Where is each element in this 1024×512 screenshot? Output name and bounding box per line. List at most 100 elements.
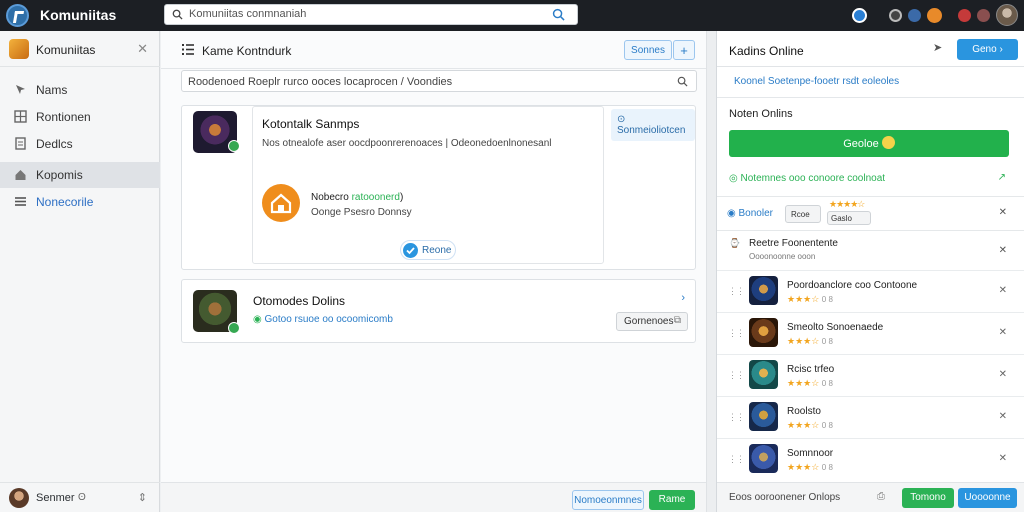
check-circle-icon: ◎ — [729, 173, 741, 184]
alert-icon[interactable] — [958, 8, 971, 22]
card-description: Nos otnealofe aser oocdpoonrerenoaces | … — [262, 138, 552, 149]
geno-button[interactable]: Geno › — [957, 39, 1018, 60]
game-thumbnail — [749, 276, 778, 305]
right-header: Kadins Online ➤ Geno › — [717, 31, 1024, 67]
close-icon[interactable]: ✕ — [999, 207, 1007, 218]
stars-value: ★★★☆ — [787, 294, 820, 304]
reone-chip[interactable]: Reone — [400, 240, 456, 260]
promo-title-link[interactable]: ratooonerd — [352, 192, 400, 203]
app-logo-icon[interactable] — [6, 4, 29, 27]
rating-stars: ★★★☆ 0 8 — [787, 462, 833, 473]
arrow-icon[interactable]: ↗ — [998, 172, 1006, 183]
close-icon[interactable]: ✕ — [137, 41, 148, 57]
pointer-icon — [16, 85, 25, 94]
user-name: Senmer — [36, 492, 75, 504]
section-title: Noten Onlins — [729, 108, 793, 120]
secondary-action-button[interactable]: Nomoeonmnes — [572, 490, 644, 510]
sidebar-item-rontionen[interactable]: Rontionen — [0, 104, 160, 130]
external-icon: ⧉ — [673, 315, 681, 326]
global-search-input[interactable]: Komuniitas conmnaniah — [164, 4, 578, 25]
sidebar-item-dedlcs[interactable]: Dedlcs — [0, 131, 160, 157]
main-footer: Nomoeonmnes Rame — [161, 482, 706, 512]
game-thumbnail — [749, 402, 778, 431]
item-name: Poordoanclore coo Contoone — [787, 280, 918, 291]
sidebar-item-nonecorile[interactable]: Nonecorile — [0, 189, 160, 215]
uoooonne-button[interactable]: Uoooonne — [958, 488, 1017, 508]
sidebar-item-label: Rontionen — [36, 110, 91, 124]
stars-value: ★★★☆ — [787, 378, 820, 388]
button-label: Geoloe — [843, 138, 879, 150]
panel-divider[interactable] — [706, 31, 716, 512]
chip-label: Reone — [422, 245, 452, 256]
sidebar-item-label: Nonecorile — [36, 195, 94, 209]
close-icon[interactable]: ✕ — [999, 411, 1007, 422]
close-icon[interactable]: ✕ — [999, 327, 1007, 338]
main-search-input[interactable]: Roodenoed Roeplr rurco ooces locaprocen … — [181, 70, 697, 92]
filter-chip[interactable]: ◉ Bonoler — [727, 208, 773, 219]
list-icon — [182, 44, 194, 55]
top-bar: Komuniitas Komuniitas conmnaniah — [0, 0, 1024, 31]
filter-button-secondary[interactable]: Gaslo — [827, 211, 871, 225]
sidebar-item-kopomis[interactable]: Kopomis — [0, 162, 160, 188]
right-panel: Kadins Online ➤ Geno › Koonel Soetenpe-f… — [716, 31, 1024, 512]
main-search-text: Roodenoed Roeplr rurco ooces locaprocen … — [188, 76, 453, 88]
close-icon[interactable]: ✕ — [999, 245, 1007, 256]
badge-label: Sonmeioliotcen — [617, 125, 686, 136]
item-name: Somnnoor — [787, 448, 834, 459]
list-item[interactable]: ⋮⋮ Smeolto Sonoenaede ★★★☆ 0 8 ✕ — [717, 312, 1024, 354]
sidebar-header: Komuniitas ✕ — [0, 31, 160, 67]
promo-title: Nobecro ratooonerd) — [311, 192, 403, 203]
gornenoes-button[interactable]: Gornenoes ⧉ — [616, 312, 688, 331]
chat-icon[interactable] — [908, 8, 921, 22]
sonnes-button[interactable]: Sonnes — [624, 40, 672, 60]
item-name: Rcisc trfeo — [787, 364, 835, 375]
status-icon[interactable] — [852, 7, 867, 23]
community-card[interactable]: Kotontalk Sanmps Nos otnealofe aser oocd… — [181, 105, 696, 270]
status-label: Notemnes ooo conoore coolnoat — [740, 173, 886, 184]
chevron-right-icon[interactable]: › — [681, 292, 685, 304]
primary-action-button[interactable]: Rame — [649, 490, 695, 510]
drag-handle-icon[interactable]: ⋮⋮ — [728, 412, 745, 423]
footer-text: Eoos ooroonener Onlops — [729, 492, 841, 503]
close-icon[interactable]: ✕ — [999, 285, 1007, 296]
list-item[interactable]: ⋮⋮ Rcisc trfeo ★★★☆ 0 8 ✕ — [717, 354, 1024, 396]
user-avatar[interactable] — [996, 4, 1018, 26]
list-item[interactable]: ⋮⋮ Poordoanclore coo Contoone ★★★☆ 0 8 ✕ — [717, 270, 1024, 312]
verified-icon — [228, 140, 240, 152]
globe-icon[interactable] — [889, 8, 902, 22]
expand-icon[interactable]: ⇕ — [138, 491, 147, 504]
attachment-icon[interactable]: ⎙ — [877, 491, 885, 502]
tomono-button[interactable]: Tomono — [902, 488, 954, 508]
drag-handle-icon[interactable]: ⋮⋮ — [728, 286, 745, 297]
share-icon[interactable]: ➤ — [933, 41, 942, 54]
close-icon[interactable]: ✕ — [999, 369, 1007, 380]
filter-row: ◉ Bonoler Rcoe ★★★★☆ Gaslo ✕ — [717, 196, 1024, 231]
list-item[interactable]: ⋮⋮ Somnnoor ★★★☆ 0 8 ✕ — [717, 438, 1024, 480]
rating-stars: ★★★☆ 0 8 — [787, 336, 833, 347]
sidebar-item-label: Nams — [36, 83, 68, 97]
status-badge[interactable]: ⊙ Sonmeioliotcen — [611, 109, 695, 141]
home-icon — [15, 170, 26, 180]
score-value: 0 8 — [821, 463, 833, 472]
right-search-input[interactable]: Koonel Soetenpe-fooetr rsdt eoleoles — [717, 68, 1024, 98]
card-title: Kotontalk Sanmps — [262, 117, 360, 131]
filter-button[interactable]: Rcoe — [785, 205, 821, 223]
drag-handle-icon[interactable]: ⋮⋮ — [728, 454, 745, 465]
drag-handle-icon[interactable]: ⋮⋮ — [728, 328, 745, 339]
sidebar-item-nams[interactable]: Nams — [0, 77, 160, 103]
card-subtitle: ◉ Gotoo rsuoe oo ocoomicomb — [253, 314, 393, 325]
promo-title-suffix: ) — [399, 192, 404, 203]
rating-stars: ★★★★☆ — [829, 199, 865, 209]
game-thumbnail — [749, 444, 778, 473]
close-icon[interactable]: ✕ — [999, 453, 1007, 464]
add-button[interactable]: + — [673, 40, 695, 60]
list-item[interactable]: ⋮⋮ Roolsto ★★★☆ 0 8 ✕ — [717, 396, 1024, 438]
online-button[interactable]: Geoloe — [729, 130, 1009, 157]
status-text: ◎ Notemnes ooo conoore coolnoat — [729, 173, 885, 184]
profile-mini-icon[interactable] — [977, 8, 990, 22]
drag-handle-icon[interactable]: ⋮⋮ — [728, 370, 745, 381]
community-card[interactable]: Otomodes Dolins ◉ Gotoo rsuoe oo ocoomic… — [181, 279, 696, 343]
notification-icon[interactable] — [927, 7, 942, 23]
search-submit-icon[interactable] — [552, 8, 565, 21]
user-avatar[interactable] — [9, 488, 29, 508]
